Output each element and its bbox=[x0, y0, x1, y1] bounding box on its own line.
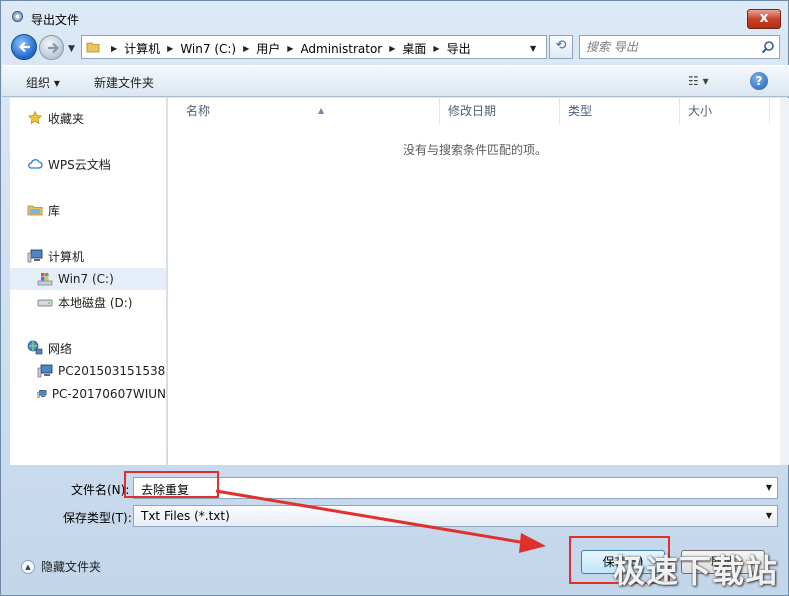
crumb-administrator[interactable]: Administrator bbox=[300, 42, 382, 56]
filename-label: 文件名(N): bbox=[71, 483, 130, 497]
chevron-right-icon[interactable]: ▶ bbox=[389, 44, 395, 53]
column-label: 类型 bbox=[568, 104, 593, 118]
filetype-select[interactable]: Txt Files (*.txt) ▼ bbox=[133, 505, 778, 527]
close-button[interactable]: x bbox=[747, 9, 781, 29]
column-label: 修改日期 bbox=[448, 104, 497, 118]
nav-drive-d[interactable]: 本地磁盘 (D:) bbox=[10, 291, 166, 313]
refresh-button[interactable]: ⟲ bbox=[549, 35, 573, 59]
crumb-desktop[interactable]: 桌面 bbox=[402, 40, 426, 57]
chevron-right-icon[interactable]: ▶ bbox=[243, 44, 249, 53]
nav-libraries[interactable]: 库 bbox=[10, 199, 166, 221]
back-button[interactable] bbox=[11, 34, 37, 60]
library-icon bbox=[27, 205, 43, 216]
windows-drive-icon bbox=[37, 273, 53, 286]
hide-folders-toggle[interactable]: ▲ 隐藏文件夹 bbox=[21, 558, 101, 575]
refresh-icon: ⟲ bbox=[555, 38, 567, 53]
chevron-right-icon: ▶ bbox=[111, 44, 118, 53]
arrow-right-icon bbox=[48, 42, 60, 54]
star-icon bbox=[27, 110, 43, 125]
nav-label: WPS云文档 bbox=[48, 157, 111, 172]
nav-label: Win7 (C:) bbox=[58, 272, 114, 286]
hide-folders-label: 隐藏文件夹 bbox=[41, 560, 102, 574]
search-input[interactable] bbox=[586, 40, 756, 54]
navigation-pane: 收藏夹 WPS云文档 库 计算机 Win7 (C:) 本地磁盘 (D:) 网络 bbox=[10, 98, 167, 465]
file-list[interactable]: 名称 ▲ 修改日期 类型 大小 没有与搜索条件匹配的项。 bbox=[168, 98, 780, 465]
nav-wps-cloud[interactable]: WPS云文档 bbox=[10, 153, 166, 175]
nav-pc2[interactable]: PC-20170607WIUN bbox=[10, 383, 166, 405]
nav-label: 本地磁盘 (D:) bbox=[58, 295, 133, 310]
command-bar: 组织 ▾ 新建文件夹 ☷ ▾ ? bbox=[2, 65, 789, 97]
search-icon[interactable] bbox=[761, 40, 775, 54]
search-box[interactable] bbox=[579, 35, 780, 59]
sort-ascending-icon: ▲ bbox=[318, 106, 325, 115]
nav-favorites[interactable]: 收藏夹 bbox=[10, 107, 166, 129]
computer-icon bbox=[27, 249, 43, 263]
history-dropdown-icon[interactable]: ▼ bbox=[68, 44, 75, 54]
nav-label: 库 bbox=[48, 203, 61, 218]
chevron-right-icon[interactable]: ▶ bbox=[433, 44, 439, 53]
chevron-down-icon[interactable]: ▼ bbox=[766, 483, 772, 492]
nav-computer[interactable]: 计算机 bbox=[10, 245, 166, 267]
title-bar: 导出文件 x bbox=[1, 1, 788, 31]
computer-icon bbox=[37, 364, 53, 378]
save-dialog: 导出文件 x ▼ ▶ 计算机 ▶ Win7 (C:) ▶ 用户 ▶ Admini… bbox=[0, 0, 789, 596]
column-label: 名称 bbox=[186, 104, 211, 118]
forward-button[interactable] bbox=[39, 35, 64, 60]
chevron-right-icon[interactable]: ▶ bbox=[167, 44, 173, 53]
nav-pc1[interactable]: PC201503151538 bbox=[10, 360, 166, 382]
organize-button[interactable]: 组织 ▾ bbox=[26, 74, 60, 91]
chevron-down-icon[interactable]: ▼ bbox=[766, 511, 772, 520]
column-label: 大小 bbox=[688, 104, 713, 118]
computer-icon bbox=[37, 390, 47, 398]
crumb-export[interactable]: 导出 bbox=[447, 40, 471, 57]
nav-drive-c[interactable]: Win7 (C:) bbox=[10, 268, 166, 290]
cloud-icon bbox=[28, 159, 43, 169]
filetype-value: Txt Files (*.txt) bbox=[141, 509, 230, 523]
column-header-size[interactable]: 大小 bbox=[680, 98, 770, 124]
crumb-computer[interactable]: 计算机 bbox=[124, 40, 160, 57]
column-header-modified[interactable]: 修改日期 bbox=[440, 98, 560, 124]
view-options-button[interactable]: ☷ ▾ bbox=[688, 74, 709, 88]
address-dropdown-icon[interactable]: ▼ bbox=[530, 44, 536, 53]
crumb-drive-c[interactable]: Win7 (C:) bbox=[180, 42, 236, 56]
watermark: 极速下载站 bbox=[613, 552, 779, 590]
filename-field[interactable]: 去除重复 ▼ bbox=[133, 477, 778, 499]
window-title: 导出文件 bbox=[31, 13, 80, 27]
chevron-right-icon[interactable]: ▶ bbox=[287, 44, 293, 53]
column-header-type[interactable]: 类型 bbox=[560, 98, 680, 124]
nav-label: 网络 bbox=[48, 341, 73, 356]
nav-label: 计算机 bbox=[48, 249, 85, 264]
arrow-left-icon bbox=[18, 41, 30, 53]
nav-label: 收藏夹 bbox=[48, 111, 85, 126]
address-bar[interactable]: ▶ 计算机 ▶ Win7 (C:) ▶ 用户 ▶ Administrator ▶… bbox=[81, 35, 547, 59]
folder-icon bbox=[86, 42, 100, 53]
empty-message: 没有与搜索条件匹配的项。 bbox=[403, 143, 548, 157]
help-button[interactable]: ? bbox=[750, 72, 768, 90]
dialog-icon bbox=[12, 11, 23, 22]
crumb-users[interactable]: 用户 bbox=[256, 40, 280, 57]
nav-label: PC-20170607WIUN bbox=[51, 387, 166, 401]
annotation-box-filename bbox=[124, 471, 219, 498]
filetype-label: 保存类型(T): bbox=[63, 511, 132, 525]
vertical-scrollbar[interactable] bbox=[780, 98, 789, 465]
chevron-up-icon: ▲ bbox=[21, 559, 35, 574]
nav-network[interactable]: 网络 bbox=[10, 337, 166, 359]
drive-icon bbox=[37, 299, 53, 307]
network-icon bbox=[27, 340, 43, 355]
column-header-name[interactable]: 名称 ▲ bbox=[178, 98, 440, 124]
nav-label: PC201503151538 bbox=[58, 364, 166, 378]
new-folder-button[interactable]: 新建文件夹 bbox=[94, 74, 154, 91]
breadcrumb: ▶ 计算机 ▶ Win7 (C:) ▶ 用户 ▶ Administrator ▶… bbox=[104, 40, 471, 57]
